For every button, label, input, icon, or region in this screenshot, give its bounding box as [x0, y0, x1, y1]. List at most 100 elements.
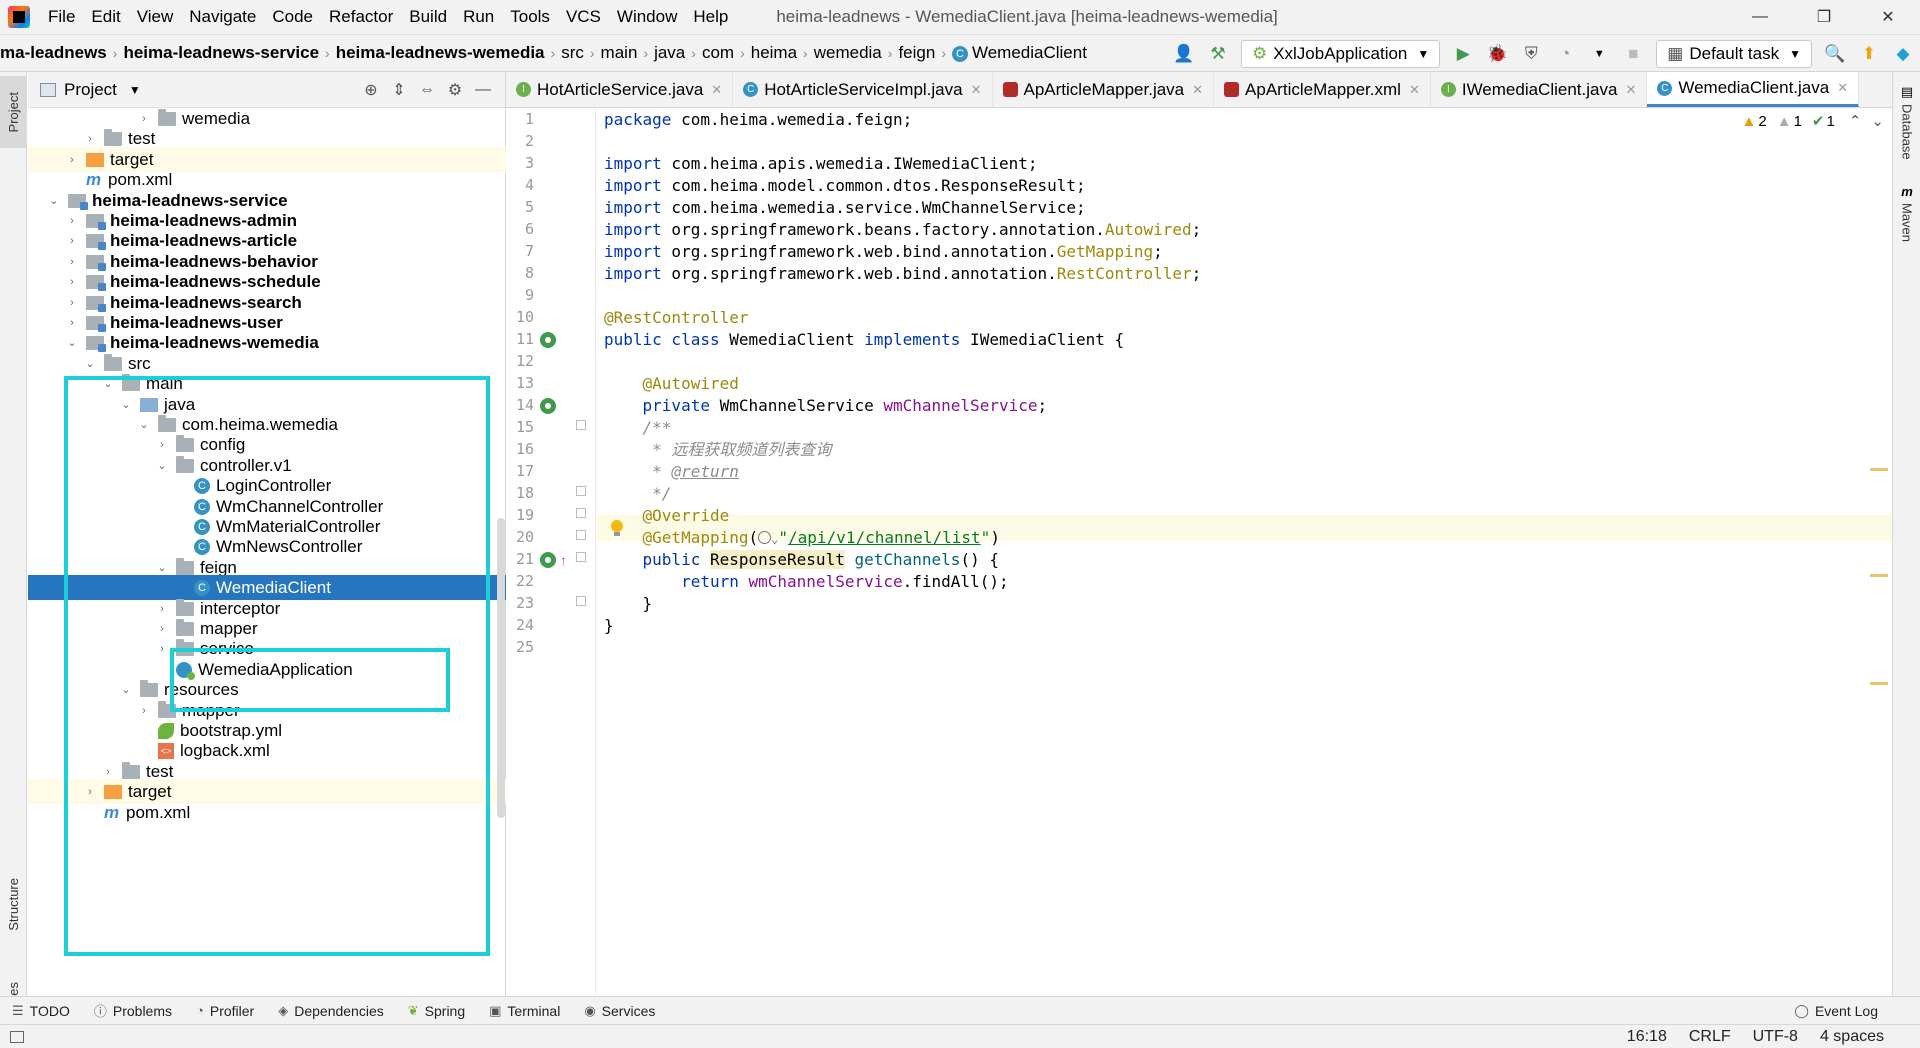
chevron-right-icon[interactable]: ›	[64, 317, 80, 329]
error-stripe-mark[interactable]	[1870, 468, 1888, 471]
fold-icon[interactable]	[576, 552, 586, 562]
tab-profiler[interactable]: ◔ Profiler	[184, 1003, 266, 1019]
run-icon[interactable]: ▶	[1448, 39, 1478, 69]
menu-view[interactable]: View	[129, 0, 182, 34]
breadcrumb-item[interactable]: feign	[892, 43, 941, 63]
fold-icon[interactable]	[576, 596, 586, 606]
toolbox-icon[interactable]: ◆	[1888, 39, 1918, 69]
toggle-tool-windows-icon[interactable]	[10, 1030, 24, 1043]
fold-icon[interactable]	[576, 530, 586, 540]
ok-indicator[interactable]: ✔ 1	[1812, 112, 1835, 131]
chevron-right-icon[interactable]: ›	[82, 786, 98, 798]
close-icon[interactable]: ✕	[971, 82, 982, 98]
menu-help[interactable]: Help	[685, 0, 736, 34]
tree-scrollbar[interactable]	[497, 518, 505, 818]
line-separator[interactable]: CRLF	[1689, 1028, 1731, 1046]
tab-dependencies[interactable]: ◈ Dependencies	[266, 1003, 396, 1019]
overrides-up-icon[interactable]: ↑	[560, 552, 570, 568]
chevron-right-icon[interactable]: ›	[64, 235, 80, 247]
chevron-right-icon[interactable]: ›	[82, 133, 98, 145]
menu-edit[interactable]: Edit	[83, 0, 128, 34]
weak-warnings-indicator[interactable]: ▲ 1	[1777, 113, 1802, 130]
database-tool-tab[interactable]: ▤ Database	[1893, 84, 1920, 160]
editor-tab[interactable]: I HotArticleService.java ✕	[506, 72, 734, 107]
spring-bean-icon[interactable]	[540, 398, 556, 414]
code-line[interactable]: public class WemediaClient implements IW…	[604, 326, 1124, 353]
cursor-position[interactable]: 16:18	[1627, 1028, 1667, 1046]
project-tool-tab[interactable]: Project	[0, 76, 27, 148]
fold-icon[interactable]	[576, 486, 586, 496]
chevron-right-icon[interactable]: ›	[64, 256, 80, 268]
close-icon[interactable]: ✕	[1192, 82, 1203, 98]
menu-file[interactable]: File	[40, 0, 83, 34]
chevron-down-icon[interactable]: ⌄	[136, 418, 152, 431]
debug-icon[interactable]: 🐞	[1482, 39, 1512, 69]
tab-spring[interactable]: ❦ Spring	[396, 1003, 477, 1019]
task-selector[interactable]: ▦ Default task ▼	[1656, 40, 1812, 68]
menu-window[interactable]: Window	[609, 0, 685, 34]
build-hammer-icon[interactable]: ⚒	[1203, 39, 1233, 69]
inspections-widget[interactable]: ▲ 2 ▲ 1 ✔ 1 ⌃ ⌄	[1732, 108, 1884, 134]
code-line[interactable]: import org.springframework.web.bind.anno…	[604, 260, 1201, 287]
code-editor[interactable]: 1 2 3 4 5 6 7 8 9 10 11 12 13 14 15 16 17 18 19 20 21 22 23 24 2…	[506, 108, 1892, 996]
chevron-down-icon[interactable]: ⌄	[154, 459, 170, 472]
menu-tools[interactable]: Tools	[502, 0, 558, 34]
close-icon[interactable]: ✕	[1837, 80, 1848, 96]
collapse-all-icon[interactable]: ⇔	[413, 76, 441, 104]
tab-terminal[interactable]: ▣ Terminal	[477, 1003, 572, 1019]
chevron-down-icon[interactable]: ⌄	[154, 561, 170, 574]
chevron-right-icon[interactable]: ›	[154, 603, 170, 615]
editor-tab[interactable]: C HotArticleServiceImpl.java ✕	[733, 72, 993, 107]
editor-tab[interactable]: ApArticleMapper.java ✕	[993, 72, 1215, 107]
chevron-right-icon[interactable]: ›	[64, 215, 80, 227]
project-view-selector[interactable]: Project	[64, 80, 117, 100]
warnings-indicator[interactable]: ▲ 2	[1742, 113, 1767, 130]
chevron-down-icon[interactable]: ⌄	[82, 357, 98, 370]
editor-tab[interactable]: ApArticleMapper.xml ✕	[1214, 72, 1431, 107]
breadcrumb-item[interactable]: heima-leadnews-service	[117, 43, 325, 63]
chevron-right-icon[interactable]: ›	[64, 154, 80, 166]
menu-refactor[interactable]: Refactor	[321, 0, 401, 34]
close-icon[interactable]: ✕	[1625, 82, 1636, 98]
code-line[interactable]: }	[604, 612, 614, 639]
next-highlight-icon[interactable]: ⌄	[1871, 112, 1884, 130]
update-icon[interactable]: ⬆	[1854, 39, 1884, 69]
code-line[interactable]: package com.heima.wemedia.feign;	[604, 106, 912, 133]
chevron-right-icon[interactable]: ›	[136, 705, 152, 717]
indent-setting[interactable]: 4 spaces	[1820, 1028, 1884, 1046]
editor-tab[interactable]: I IWemediaClient.java ✕	[1431, 72, 1648, 107]
breadcrumb-item[interactable]: java	[648, 43, 691, 63]
maven-tool-tab[interactable]: m Maven	[1893, 184, 1920, 242]
menu-code[interactable]: Code	[264, 0, 321, 34]
chevron-down-icon[interactable]: ⌄	[118, 398, 134, 411]
breadcrumb-item[interactable]: com	[696, 43, 740, 63]
fold-icon[interactable]	[576, 508, 586, 518]
chevron-right-icon[interactable]: ›	[64, 276, 80, 288]
close-icon[interactable]: ✕	[1409, 82, 1420, 98]
fold-icon[interactable]	[576, 420, 586, 430]
web-endpoint-icon[interactable]	[758, 531, 772, 544]
editor-tab[interactable]: C WemediaClient.java ✕	[1647, 72, 1860, 107]
close-icon[interactable]: ✕	[711, 82, 722, 98]
hide-panel-icon[interactable]: —	[469, 76, 497, 104]
menu-build[interactable]: Build	[401, 0, 455, 34]
breadcrumb-item[interactable]: C WemediaClient	[946, 43, 1093, 63]
chevron-right-icon[interactable]: ›	[154, 643, 170, 655]
tree-node[interactable]: pom.xml	[28, 800, 506, 825]
breadcrumb-item[interactable]: heima-leadnews-wemedia	[330, 43, 551, 63]
chevron-down-icon[interactable]: ⌄	[100, 377, 116, 390]
chevron-down-icon[interactable]: ⌄	[64, 336, 80, 349]
breadcrumb-item[interactable]: wemedia	[808, 43, 888, 63]
breadcrumb-item[interactable]: ma-leadnews	[0, 43, 113, 63]
expand-all-icon[interactable]: ⇕	[385, 76, 413, 104]
user-icon[interactable]: 👤	[1169, 39, 1199, 69]
gear-icon[interactable]: ⚙	[441, 76, 469, 104]
menu-run[interactable]: Run	[455, 0, 502, 34]
chevron-down-icon[interactable]: ⌄	[46, 194, 62, 207]
chevron-right-icon[interactable]: ›	[64, 297, 80, 309]
error-stripe-mark[interactable]	[1870, 682, 1888, 685]
search-icon[interactable]: 🔍	[1820, 39, 1850, 69]
tab-services[interactable]: ◉ Services	[572, 1003, 667, 1019]
coverage-icon[interactable]: ⛨	[1516, 39, 1546, 69]
chevron-down-icon[interactable]: ▼	[1584, 39, 1614, 69]
